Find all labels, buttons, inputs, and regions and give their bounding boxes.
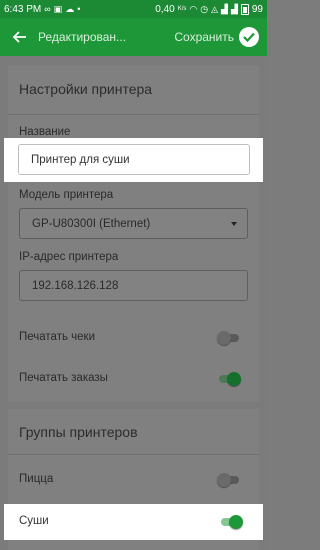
group-toggle-pizza[interactable] bbox=[217, 472, 241, 488]
save-label: Сохранить bbox=[174, 30, 234, 44]
group-toggle-sushi[interactable] bbox=[219, 514, 243, 530]
highlight-name-field: Принтер для суши bbox=[4, 138, 263, 182]
print-orders-label: Печатать заказы bbox=[19, 372, 108, 384]
print-orders-toggle[interactable] bbox=[217, 371, 241, 387]
cloud-upload-icon: ☁ bbox=[65, 3, 75, 14]
battery-level: 99 bbox=[251, 3, 263, 15]
save-button[interactable]: Сохранить bbox=[174, 27, 267, 47]
image-icon: ▣ bbox=[53, 3, 63, 14]
check-icon bbox=[239, 27, 259, 47]
content: Настройки принтера Название Модель принт… bbox=[0, 56, 267, 550]
printer-name-input[interactable]: Принтер для суши bbox=[18, 144, 250, 175]
printer-settings-card: Настройки принтера Название Модель принт… bbox=[8, 66, 259, 402]
divider bbox=[8, 114, 259, 115]
headphones-icon: ◠ bbox=[189, 3, 198, 14]
alarm-icon: ◷ bbox=[200, 3, 209, 14]
wifi-icon: ◬ bbox=[211, 3, 219, 14]
back-button[interactable] bbox=[0, 18, 38, 56]
section-title: Группы принтеров bbox=[19, 424, 138, 440]
signal-icon: ▟ bbox=[230, 3, 238, 14]
print-checks-label: Печатать чеки bbox=[19, 331, 95, 343]
more-icon: • bbox=[77, 3, 81, 14]
status-bar: 6:43 PM ∞ ▣ ☁ • 0,40 K/s ◠ ◷ ◬ ▟ ▟ 99 bbox=[0, 0, 267, 18]
group-label-pizza: Пицца bbox=[19, 473, 54, 485]
app-bar: Редактирован... Сохранить bbox=[0, 18, 267, 56]
ip-label: IP-адрес принтера bbox=[19, 251, 119, 263]
printer-model-value: GP-U80300I (Ethernet) bbox=[32, 217, 151, 230]
data-rate: 0,40 bbox=[155, 3, 175, 15]
dropdown-arrow-icon bbox=[231, 222, 237, 226]
group-item-sushi[interactable]: Суши bbox=[4, 504, 263, 540]
ip-address-value: 192.168.126.128 bbox=[32, 279, 119, 292]
data-rate-unit: K/s bbox=[177, 6, 187, 12]
status-time: 6:43 PM bbox=[4, 3, 42, 15]
printer-name-value: Принтер для суши bbox=[31, 153, 130, 166]
printer-model-select[interactable]: GP-U80300I (Ethernet) bbox=[19, 208, 248, 239]
arrow-left-icon bbox=[12, 31, 26, 43]
section-title: Настройки принтера bbox=[19, 81, 153, 97]
divider bbox=[8, 454, 259, 455]
name-label: Название bbox=[19, 126, 71, 138]
battery-icon bbox=[240, 3, 249, 15]
ip-address-input[interactable]: 192.168.126.128 bbox=[19, 270, 248, 301]
infinity-icon: ∞ bbox=[44, 3, 51, 14]
page-title: Редактирован... bbox=[38, 30, 127, 44]
group-label-sushi: Суши bbox=[19, 515, 49, 527]
print-checks-toggle[interactable] bbox=[217, 330, 241, 346]
model-label: Модель принтера bbox=[19, 189, 114, 201]
signal-icon: ▟ bbox=[221, 3, 228, 14]
